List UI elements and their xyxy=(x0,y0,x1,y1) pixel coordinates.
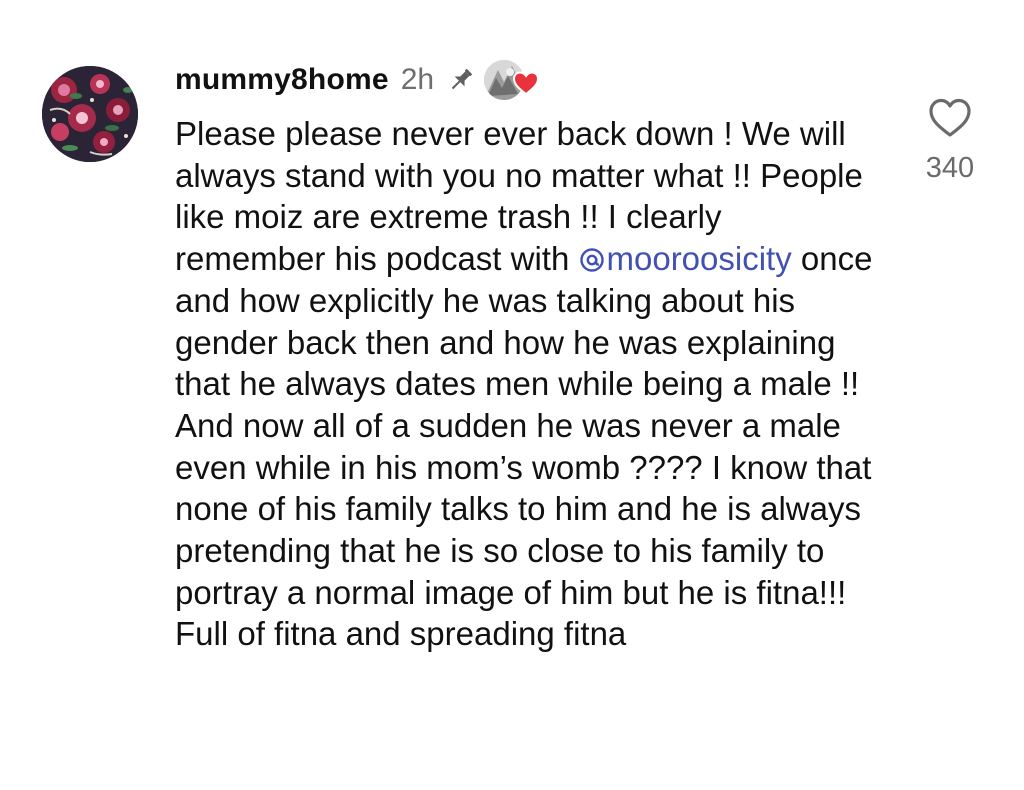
pin-icon xyxy=(446,65,476,95)
comment-header: mummy8home 2h xyxy=(175,58,542,102)
avatar[interactable] xyxy=(42,66,138,162)
timestamp: 2h xyxy=(400,63,435,96)
mention-username: mooroosicity xyxy=(606,240,792,278)
heart-icon xyxy=(512,70,540,96)
comment-text-part-2: once and how explicitly he was talking a… xyxy=(175,240,873,653)
avatar-floral-image xyxy=(42,66,138,162)
comment: mummy8home 2h Please please never ever b… xyxy=(0,0,1024,790)
like-area: 340 xyxy=(910,96,990,185)
mention-link[interactable]: mooroosicity xyxy=(579,240,792,277)
heart-outline-icon[interactable] xyxy=(927,96,973,140)
threads-icon xyxy=(579,241,605,272)
username[interactable]: mummy8home xyxy=(175,63,389,97)
creator-liked-badge xyxy=(484,58,542,102)
comment-text: Please please never ever back down ! We … xyxy=(175,113,875,655)
like-count: 340 xyxy=(925,152,975,184)
